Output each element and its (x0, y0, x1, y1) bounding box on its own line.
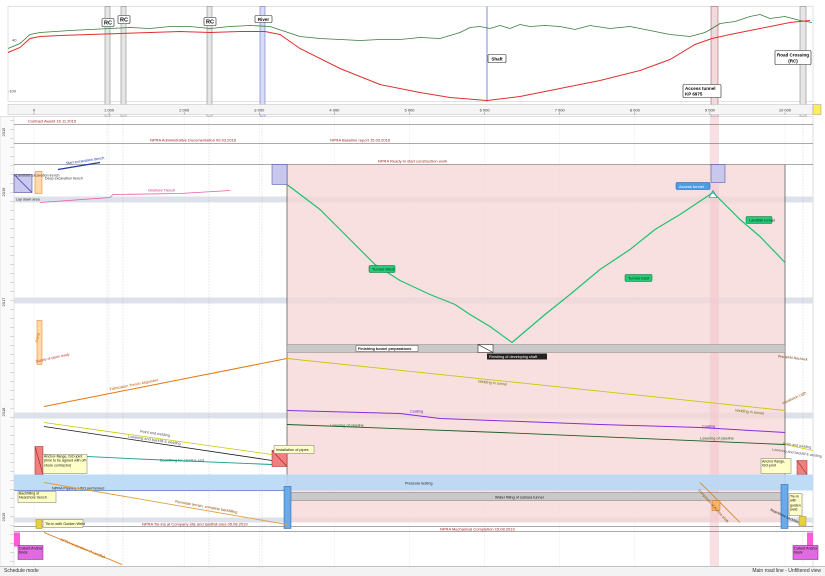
activity-label: Lowering of pipeline (700, 437, 734, 441)
axis-tick-label: 8 000 (630, 108, 641, 113)
profile-label-text: RC (120, 18, 128, 24)
milestone-label: NPRA Tie-ins at Company site and landfal… (142, 522, 248, 527)
axis-tick-label: 7 000 (555, 108, 566, 113)
profile-label-text: (RC) (788, 59, 798, 64)
activity-label: Tie-in with golden weld (790, 494, 801, 512)
profile-label-text: Access tunnel (685, 86, 716, 91)
axis-tick-label: 5 000 (404, 108, 415, 113)
profile-panel: 40 -100 RC RC RC River Shaft Access tunn… (7, 6, 814, 117)
axis-tick-label: 3 000 (254, 108, 265, 113)
activity-label: Tie-in with Golden Weld (45, 522, 85, 526)
activity-label: Installation of pipes (276, 448, 309, 452)
profile-label-rc2: RC (117, 15, 131, 24)
profile-label-text: Road Crossing (777, 53, 809, 58)
year-label: 2015 (1, 127, 6, 137)
crossing-bar-access (710, 6, 719, 117)
milestone-label: NPRA Baseline report 15.03.2016 (330, 138, 391, 143)
axis-tick-label: 10 000 (779, 108, 792, 113)
status-left: Schedule mode (4, 568, 39, 574)
milestone-label: NPRA Mechanical Completion 15.08.2019 (440, 527, 515, 532)
status-right: Main road line - Unfiltered view (752, 568, 821, 574)
year-label: 2018 (1, 407, 6, 417)
profile-label-shaft: Shaft (487, 54, 507, 63)
activity-label: Backfilling for pipeline end (160, 459, 204, 463)
axis-tick-label: 2 000 (179, 108, 190, 113)
schedule-diagram: 40 -100 RC RC RC River Shaft Access tunn… (0, 4, 825, 572)
profile-label-text: RC (104, 21, 112, 27)
axis-end-marker (812, 104, 822, 115)
activity-label: Finishing of developing shaft (489, 355, 538, 359)
axis-tick-label: 6 000 (480, 108, 491, 113)
activity-label: Pressure testing (405, 482, 432, 486)
chainage-axis: 01 000 2 000 3 000 4 000 5 000 6 000 7 000 8 00… (7, 104, 822, 115)
axis-tick-label: 4 000 (329, 108, 340, 113)
access-box-right (710, 164, 726, 183)
year-label: 2019 (1, 512, 6, 522)
axis-tick-label: 1 000 (104, 108, 115, 113)
year-label: 2017 (1, 297, 6, 307)
activity-label: Tunnel East (628, 276, 650, 281)
activity-label: Culvert Anchor block (794, 546, 818, 555)
activity-label: Lay down area (16, 198, 40, 202)
profile-label-rc1: RC (101, 18, 115, 27)
profile-y-label: -100 (8, 89, 17, 94)
activity-label: Deep excavation trench (45, 177, 83, 181)
profile-label-text: Shaft (491, 57, 503, 62)
profile-label-access: Access tunnel KP 6975 (682, 84, 722, 98)
time-axis (0, 116, 15, 569)
schedule-panel: 2015 2016 2017 2018 2019 Contract Award … (0, 116, 822, 569)
year-label: 2016 (1, 187, 6, 197)
activity-label: Coating (410, 410, 423, 414)
activity-label: Anchor-flange, ISO-joint (time to be agr… (44, 454, 87, 468)
activity-label: Landfall tunnel (749, 218, 775, 223)
access-box-left (271, 164, 288, 185)
profile-y-label: 40 (12, 38, 17, 43)
axis-tick-label: 9 000 (705, 108, 716, 113)
crossing-bar-river (259, 6, 266, 117)
profile-label-road: Road Crossing (RC) (774, 50, 812, 65)
activity-label: Access tunnel (679, 184, 704, 189)
profile-label-rc3: RC (203, 17, 217, 26)
activity-label: Anchor flange, ISO-joint (762, 459, 786, 468)
milestone-label: NPRA Administrative Documentation 09.03.… (150, 138, 237, 143)
status-bar: Schedule mode Main road line - Unfiltere… (0, 566, 825, 576)
activity-label: Tunnel West (372, 267, 395, 272)
activity-label: Onshore Trench (148, 189, 175, 193)
activity-label: Finishing tunnel preparations (358, 347, 411, 351)
activity-label: Culvert Anchor block (19, 546, 43, 555)
activity-label: Backfilling of Nearshore trench (19, 491, 47, 500)
profile-label-text: KP 6975 (685, 92, 703, 97)
activity-label: Water filling of subsea tunnel (495, 496, 544, 500)
profile-label-river: River (254, 15, 273, 23)
profile-label-text: RC (206, 20, 214, 26)
milestone-label: Contract Award 16.11.2015 (28, 119, 77, 124)
milestone-label: NPRA Ready to start construction work (378, 159, 447, 164)
activity-label: Coating (702, 425, 715, 429)
profile-label-text: River (258, 17, 270, 22)
activity-label: Lowering of pipeline (330, 424, 364, 428)
